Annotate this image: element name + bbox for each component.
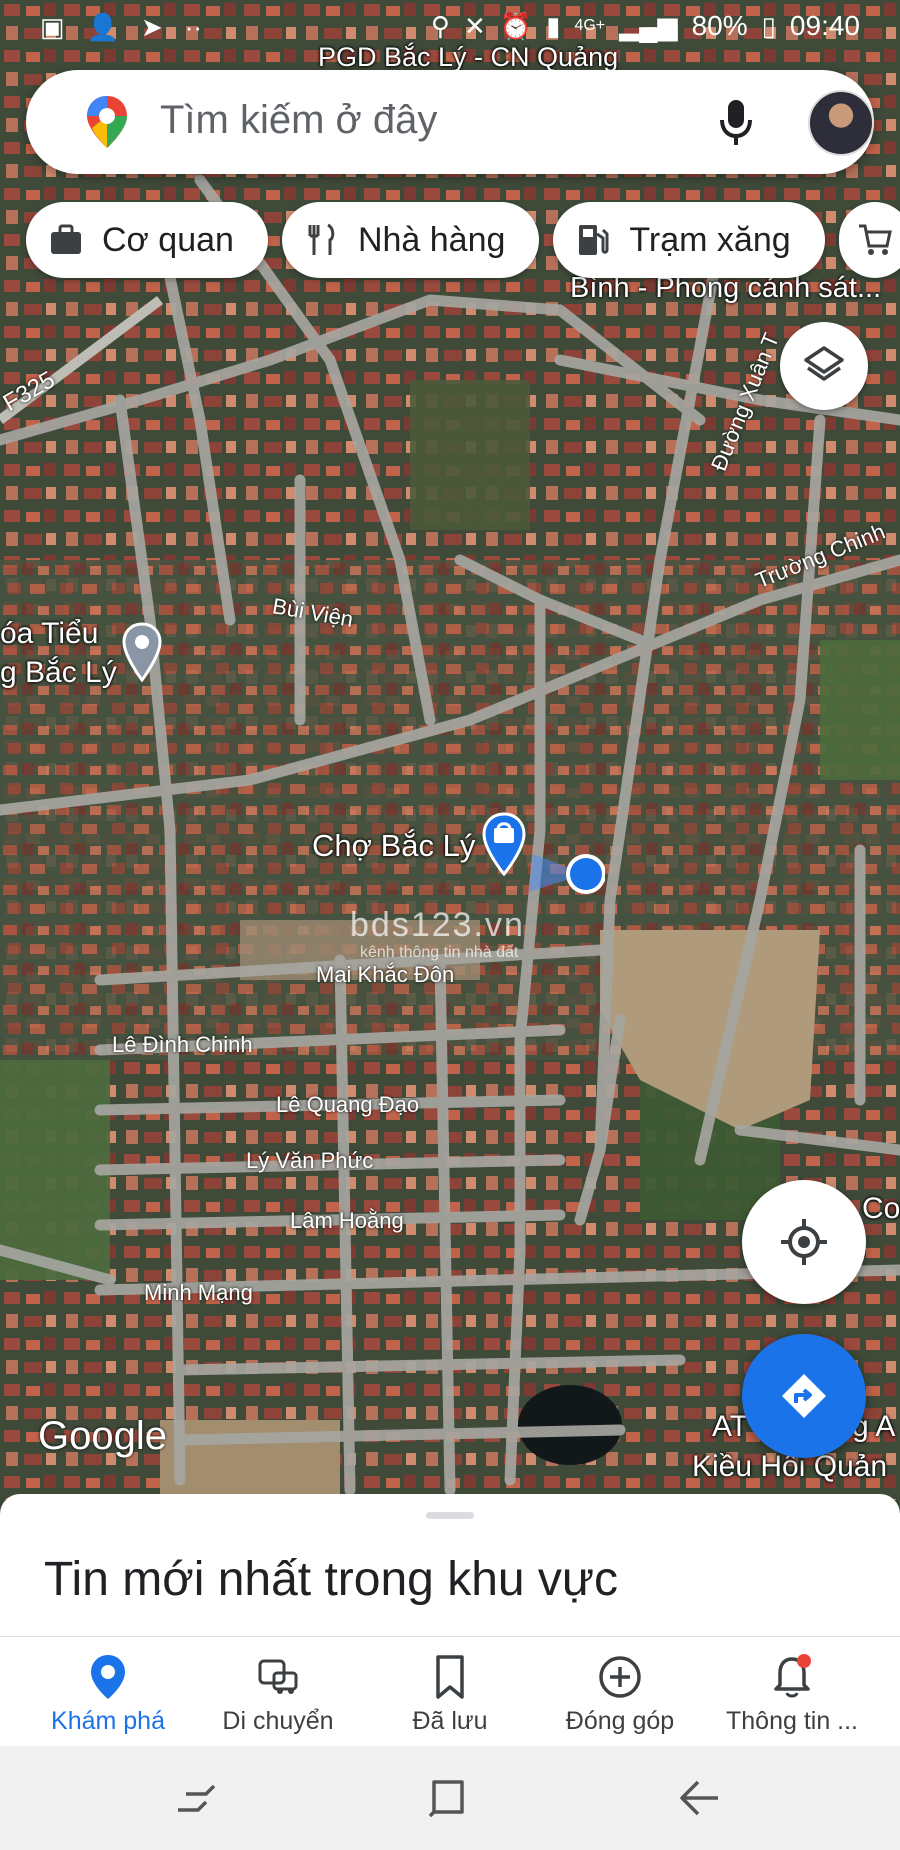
nav-label: Đã lưu — [412, 1707, 488, 1735]
gas-station-icon — [579, 225, 609, 255]
road-label-ly-van-phuc: Lý Văn Phức — [246, 1148, 374, 1173]
microphone-icon[interactable] — [716, 98, 756, 148]
account-avatar[interactable] — [808, 90, 874, 156]
nav-label: Khám phá — [51, 1707, 165, 1735]
chip-tram-xang[interactable]: Trạm xăng — [553, 202, 825, 278]
chip-label: Trạm xăng — [629, 220, 791, 259]
google-maps-pin-icon — [87, 96, 127, 148]
bell-icon — [774, 1654, 811, 1698]
sim-icon: ▮ — [546, 11, 561, 41]
map-label-coffee[interactable]: Coff — [862, 1192, 900, 1226]
google-logo: Google — [38, 1414, 167, 1458]
map-label-cho-bac-ly[interactable]: Chợ Bắc Lý — [312, 828, 475, 864]
system-navigation-bar — [0, 1746, 900, 1850]
add-contact-icon: 👤 — [86, 12, 119, 42]
recent-apps-icon[interactable] — [176, 1780, 216, 1816]
back-icon[interactable] — [678, 1778, 722, 1818]
more-dots-icon: ·· — [184, 12, 203, 42]
nav-tab-kham-pha[interactable]: Khám phá — [18, 1637, 198, 1747]
clock-time: 09:40 — [789, 10, 860, 41]
nav-tab-da-luu[interactable]: Đã lưu — [360, 1637, 540, 1747]
nav-tab-thong-tin[interactable]: Thông tin ... — [702, 1637, 882, 1747]
directions-icon — [782, 1374, 826, 1418]
shopping-pin-icon[interactable] — [482, 812, 526, 877]
restaurant-icon — [308, 223, 335, 255]
status-bar: ▣ 👤 ➤ ·· ⚲ ✕ ⏰ ▮ 4G+ ▂▄▆ 80% ▯ 09:40 — [0, 0, 900, 56]
road-label-minh-mang: Minh Mạng — [144, 1280, 253, 1305]
road-label-mai-khac-don: Mai Khắc Đôn — [316, 962, 455, 987]
send-icon: ➤ — [140, 12, 163, 42]
road-label-le-dinh-chinh: Lê Đình Chinh — [112, 1032, 253, 1057]
gallery-icon: ▣ — [40, 12, 65, 42]
map-label-school-line2[interactable]: g Bắc Lý — [0, 656, 117, 690]
add-circle-icon — [599, 1656, 641, 1698]
briefcase-icon — [51, 224, 81, 254]
bottom-sheet[interactable]: Tin mới nhất trong khu vực — [0, 1494, 900, 1636]
chip-label: Nhà hàng — [357, 220, 506, 259]
search-bar[interactable]: Tìm kiếm ở đây — [26, 70, 874, 174]
road-label-le-quang-dao: Lê Quang Đạo — [276, 1092, 420, 1117]
map-label-atm-left[interactable]: AT — [712, 1410, 748, 1444]
current-location-dot — [525, 852, 606, 902]
battery-percent: 80% — [691, 10, 748, 41]
nav-label: Thông tin ... — [725, 1707, 859, 1735]
chip-shopping[interactable] — [838, 202, 900, 278]
watermark-subtext: kênh thông tin nhà đất — [360, 944, 519, 961]
signal-icon: ▂▄▆ — [619, 11, 678, 41]
bookmark-icon — [436, 1655, 464, 1699]
road-label-lam-hoang: Lâm Hoằng — [290, 1208, 404, 1233]
search-input[interactable]: Tìm kiếm ở đây — [160, 98, 437, 143]
home-icon[interactable] — [428, 1778, 468, 1818]
explore-pin-icon — [91, 1655, 125, 1699]
commute-icon — [258, 1659, 298, 1694]
road-label-bui-vien: Bùi Viện — [270, 593, 356, 632]
nav-label: Di chuyển — [222, 1707, 334, 1735]
battery-icon: ▯ — [761, 11, 776, 41]
mute-icon: ✕ — [463, 11, 486, 41]
road-label-truong-chinh: Trường Chinh — [752, 518, 889, 594]
chip-nha-hang[interactable]: Nhà hàng — [281, 202, 540, 278]
nav-tab-di-chuyen[interactable]: Di chuyển — [188, 1637, 368, 1747]
cart-icon — [858, 224, 892, 255]
directions-button[interactable] — [742, 1334, 866, 1458]
bottom-navigation: Khám phá Di chuyển Đã lưu Đóng góp Thông… — [0, 1636, 900, 1747]
map-label-school-line1[interactable]: óa Tiểu — [0, 617, 98, 651]
location-icon: ⚲ — [430, 11, 450, 41]
category-chips: Cơ quan Nhà hàng Trạm xăng — [26, 202, 900, 278]
nav-tab-dong-gop[interactable]: Đóng góp — [530, 1637, 710, 1747]
network-type: 4G+ — [574, 17, 606, 34]
crosshair-icon — [781, 1219, 827, 1265]
layers-button[interactable] — [780, 322, 868, 410]
layers-icon — [804, 346, 844, 381]
watermark-text: bds123.vn — [350, 906, 525, 944]
my-location-button[interactable] — [742, 1180, 866, 1304]
alarm-icon: ⏰ — [499, 11, 533, 41]
sheet-title: Tin mới nhất trong khu vực — [44, 1553, 619, 1606]
chip-co-quan[interactable]: Cơ quan — [26, 202, 268, 278]
place-pin-icon[interactable] — [122, 622, 162, 683]
road-label-f325: F325 — [0, 366, 60, 417]
chip-label: Cơ quan — [102, 220, 234, 259]
road-label-duong-xuan: Đường Xuân T — [706, 329, 784, 475]
sheet-drag-handle[interactable] — [426, 1512, 474, 1519]
nav-label: Đóng góp — [565, 1707, 675, 1735]
